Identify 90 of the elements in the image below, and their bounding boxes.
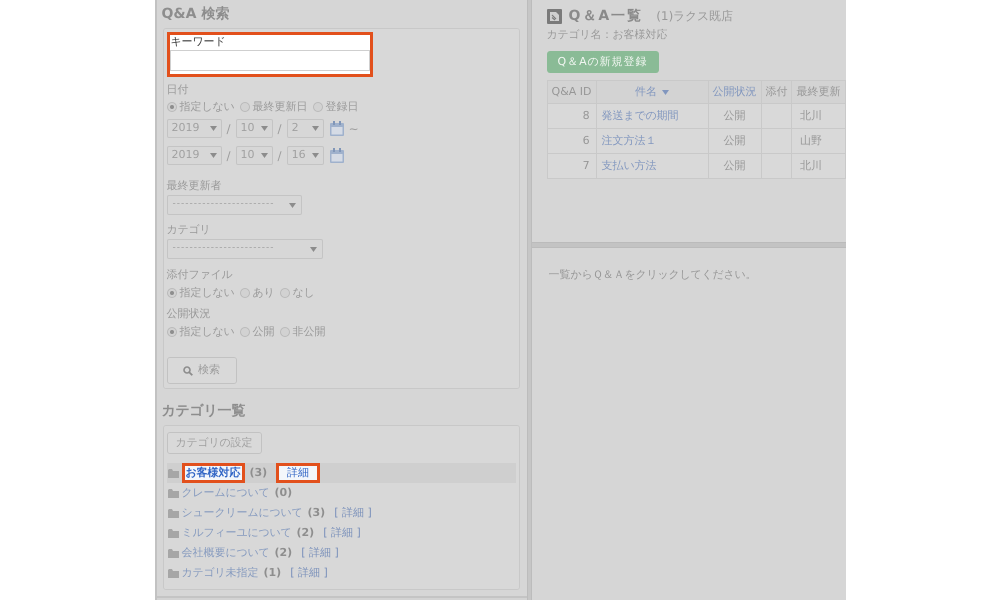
column-header: 最終更新 <box>792 80 845 104</box>
field-label: 最終更新者 <box>166 179 222 193</box>
category-settings-button[interactable]: カテゴリの設定 <box>166 432 262 454</box>
category-link[interactable]: 会社概要について <box>182 546 270 560</box>
category-row[interactable]: シュークリームについて (3) [ 詳細 ] <box>166 503 516 523</box>
detail-link[interactable]: [ 詳細 ] <box>301 546 339 560</box>
subject-link[interactable]: 支払い方法 <box>602 158 657 172</box>
subject-link[interactable]: 注文方法１ <box>602 134 657 147</box>
field-label: 添付ファイル <box>166 268 232 282</box>
table-cell: 6 <box>547 128 596 154</box>
panel-title: Q&A 検索 <box>162 5 230 23</box>
radio-option[interactable]: 公開 <box>240 325 274 339</box>
new-qa-button[interactable]: Q＆Aの新規登録 <box>546 51 659 73</box>
calendar-icon[interactable] <box>330 148 344 163</box>
panel-title: カテゴリ一覧 <box>162 402 246 420</box>
caret-icon <box>288 202 296 208</box>
column-header: Q&A ID <box>547 80 596 104</box>
search-button[interactable]: 検索 <box>166 357 236 384</box>
document-icon <box>546 8 562 24</box>
radio-option[interactable]: 指定しない <box>166 100 234 114</box>
column-header[interactable]: 件名 <box>596 80 708 104</box>
category-row[interactable]: ミルフィーユについて (2) [ 詳細 ] <box>166 523 516 543</box>
field-label: 公開状況 <box>166 307 210 321</box>
date-separator: ~ <box>348 120 359 138</box>
date-separator: / <box>226 120 231 138</box>
dropdown[interactable]: ------------------------ <box>166 239 322 259</box>
radio-option[interactable]: 非公開 <box>280 325 326 339</box>
sort-icon <box>662 90 670 94</box>
radio-option[interactable]: 登録日 <box>312 100 358 114</box>
table-cell: 8 <box>547 104 596 128</box>
category-row[interactable]: カテゴリ未指定 (1) [ 詳細 ] <box>166 563 516 583</box>
dropdown[interactable]: ------------------------ <box>166 195 302 215</box>
category-row[interactable]: クレームについて (0) <box>166 483 516 503</box>
detail-link[interactable]: [ 詳細 ] <box>290 566 328 580</box>
category-row[interactable]: お客様対応 (3) 詳細 <box>166 463 516 483</box>
table-cell: 公開 <box>708 128 762 154</box>
table-cell: 北川 <box>792 154 845 178</box>
category-name: カテゴリ名：お客様対応 <box>546 28 668 42</box>
caret-icon <box>260 126 268 131</box>
folder-icon <box>168 488 178 498</box>
field-label: カテゴリ <box>166 223 210 237</box>
keyword-field[interactable]: キーワード <box>166 32 372 77</box>
field-label: 日付 <box>166 83 188 97</box>
calendar-icon[interactable] <box>330 121 344 136</box>
category-count: (0) <box>274 484 292 501</box>
category-count: (2) <box>274 544 292 561</box>
table-cell: 公開 <box>708 154 762 178</box>
folder-icon <box>168 548 178 558</box>
search-icon <box>183 366 193 376</box>
caret-icon <box>210 126 216 131</box>
category-count: (1) <box>264 564 282 581</box>
caret-icon <box>312 153 319 158</box>
table-cell: 山野 <box>792 128 845 154</box>
column-header[interactable]: 公開状況 <box>708 80 762 104</box>
date-separator: / <box>226 148 231 164</box>
radio-option[interactable]: 指定しない <box>166 325 234 339</box>
caret-icon <box>210 153 216 158</box>
table-cell: 北川 <box>792 104 845 128</box>
category-link[interactable]: クレームについて <box>182 486 270 500</box>
category-link[interactable]: シュークリームについて <box>182 506 302 520</box>
radio-option[interactable]: 最終更新日 <box>240 100 308 114</box>
date-separator: / <box>278 120 282 138</box>
category-row[interactable]: 会社概要について (2) [ 詳細 ] <box>166 543 516 563</box>
detail-link[interactable]: [ 詳細 ] <box>323 526 361 540</box>
caret-icon <box>310 246 316 252</box>
folder-icon <box>168 528 178 538</box>
detail-link[interactable]: [ 詳細 ] <box>334 506 372 520</box>
table-cell: 公開 <box>708 104 762 128</box>
category-count: (2) <box>296 524 314 541</box>
subject-link[interactable]: 発送までの期間 <box>602 108 679 122</box>
detail-link[interactable]: 詳細 <box>276 463 320 483</box>
caret-icon <box>312 126 319 131</box>
radio-option[interactable]: あり <box>240 286 274 300</box>
folder-icon <box>168 508 178 518</box>
store-name: (1)ラクス既店 <box>656 8 734 25</box>
radio-option[interactable]: 指定しない <box>166 286 234 300</box>
category-count: (3) <box>308 504 326 521</box>
date-separator: / <box>278 148 282 164</box>
caret-icon <box>260 153 268 158</box>
list-title: Q＆A一覧 <box>568 7 644 25</box>
category-link[interactable]: お客様対応 <box>182 463 244 483</box>
category-count: (3) <box>250 464 268 481</box>
folder-icon <box>168 568 178 578</box>
radio-option[interactable]: なし <box>280 286 314 300</box>
column-header: 添付 <box>761 80 792 104</box>
category-link[interactable]: カテゴリ未指定 <box>182 566 258 580</box>
instruction-text: 一覧からＱ＆Ａをクリックしてください。 <box>548 268 758 282</box>
category-link[interactable]: ミルフィーユについて <box>182 526 292 540</box>
folder-icon <box>168 468 178 478</box>
table-cell: 7 <box>547 154 596 178</box>
